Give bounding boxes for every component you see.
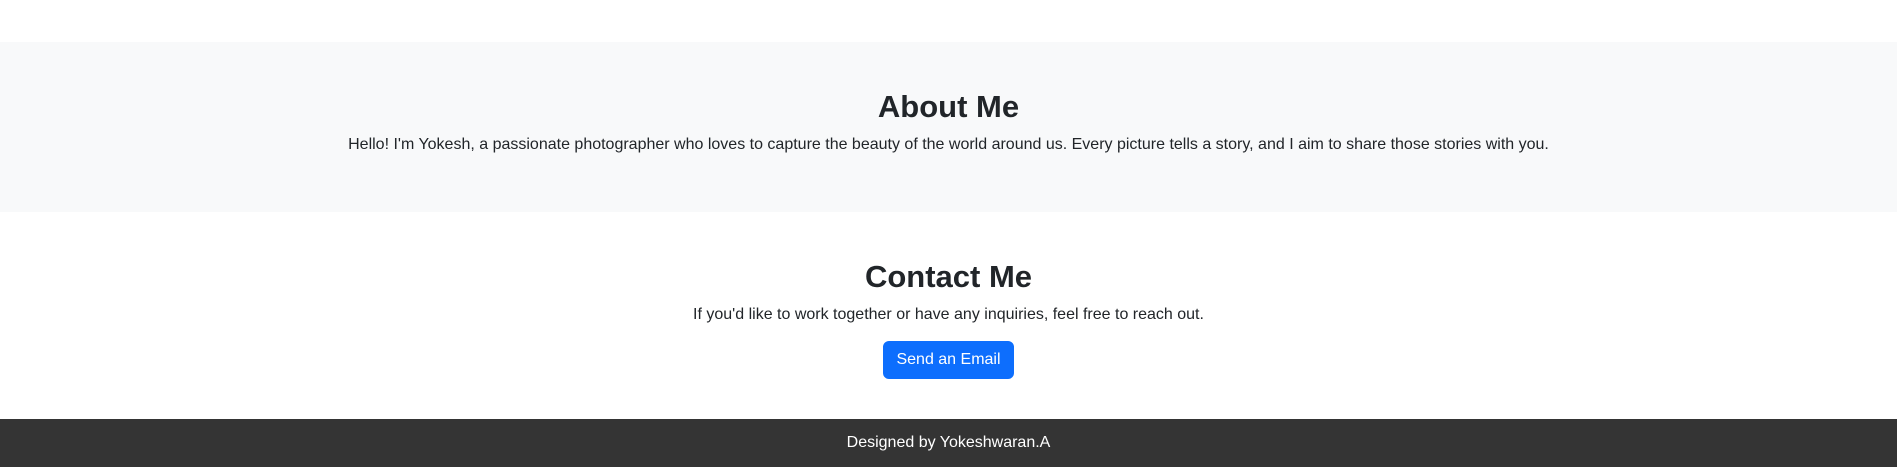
top-spacer <box>0 0 1897 42</box>
footer-credit: Designed by Yokeshwaran.A <box>846 434 1051 451</box>
contact-title: Contact Me <box>864 259 1033 294</box>
about-text: Hello! I'm Yokesh, a passionate photogra… <box>348 136 1549 154</box>
about-title: About Me <box>877 89 1020 124</box>
about-section: About Me Hello! I'm Yokesh, a passionate… <box>0 42 1897 212</box>
contact-text: If you'd like to work together or have a… <box>693 306 1204 324</box>
contact-section: Contact Me If you'd like to work togethe… <box>0 212 1897 419</box>
send-email-button[interactable]: Send an Email <box>883 341 1014 380</box>
page: About Me Hello! I'm Yokesh, a passionate… <box>0 0 1897 467</box>
footer: Designed by Yokeshwaran.A <box>0 419 1897 467</box>
